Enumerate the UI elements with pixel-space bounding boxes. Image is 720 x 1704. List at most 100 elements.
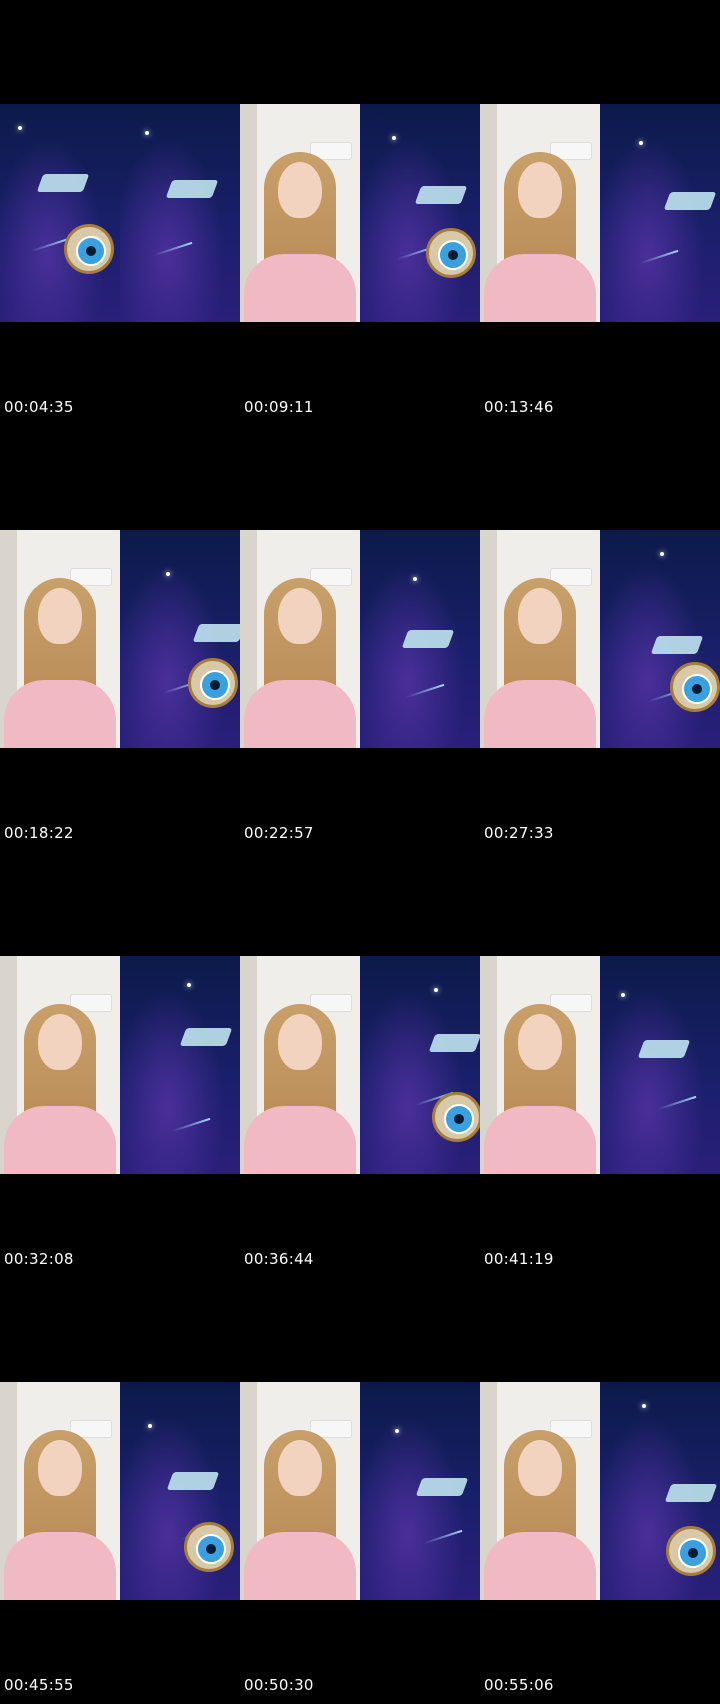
pixel-wing-icon <box>414 186 468 204</box>
space-background-panel <box>360 1382 480 1600</box>
video-frame-thumbnail[interactable] <box>0 956 240 1174</box>
thumbnail-row: 00:32:08 00:36:44 00:41:19 <box>0 852 720 1278</box>
video-frame-cell[interactable]: 00:09:11 <box>240 0 480 426</box>
star-icon <box>434 988 438 992</box>
frame-timestamp: 00:41:19 <box>484 1250 554 1268</box>
video-frame-cell[interactable]: 00:55:06 <box>480 1278 720 1704</box>
space-background-panel <box>120 956 240 1174</box>
pink-shirt-shape <box>4 1106 116 1174</box>
star-icon <box>660 552 664 556</box>
eye-iris-icon <box>444 1104 474 1134</box>
shooting-star-icon <box>171 1117 211 1133</box>
space-background-panel <box>600 104 720 322</box>
frame-timestamp: 00:22:57 <box>244 824 314 842</box>
face-shape <box>518 1440 562 1496</box>
face-shape <box>278 1014 322 1070</box>
face-shape <box>518 162 562 218</box>
video-frame-cell[interactable]: 00:32:08 <box>0 852 240 1278</box>
shooting-star-icon <box>639 249 679 265</box>
eye-pupil-icon <box>86 246 96 256</box>
eye-pupil-icon <box>454 1114 464 1124</box>
camera-feed-panel <box>240 104 360 322</box>
frame-timestamp: 00:32:08 <box>4 1250 74 1268</box>
face-shape <box>278 162 322 218</box>
video-frame-cell[interactable]: 00:27:33 <box>480 426 720 852</box>
video-frame-cell[interactable]: 00:22:57 <box>240 426 480 852</box>
eye-pupil-icon <box>692 684 702 694</box>
pixel-wing-icon <box>179 1028 233 1046</box>
star-icon <box>413 577 417 581</box>
space-background-panel <box>600 1382 720 1600</box>
star-icon <box>392 136 396 140</box>
space-background-panel <box>120 104 240 322</box>
star-icon <box>642 1404 646 1408</box>
video-frame-cell[interactable]: 00:45:55 <box>0 1278 240 1704</box>
video-frame-cell[interactable]: 00:50:30 <box>240 1278 480 1704</box>
pixel-wing-icon <box>401 630 455 648</box>
video-frame-cell[interactable]: 00:04:35 <box>0 0 240 426</box>
thumbnail-row: 00:18:22 00:22:57 00:27:33 <box>0 426 720 852</box>
star-icon <box>187 983 191 987</box>
camera-feed-panel <box>240 1382 360 1600</box>
camera-feed-panel <box>240 956 360 1174</box>
face-shape <box>278 1440 322 1496</box>
eyeball-helmet-icon <box>188 658 238 708</box>
space-background-panel <box>360 530 480 748</box>
camera-feed-panel <box>480 956 600 1174</box>
video-frame-thumbnail[interactable] <box>480 104 720 322</box>
star-icon <box>621 993 625 997</box>
frame-timestamp: 00:36:44 <box>244 1250 314 1268</box>
video-frame-thumbnail[interactable] <box>480 1382 720 1600</box>
pink-shirt-shape <box>484 680 596 748</box>
video-frame-cell[interactable]: 00:13:46 <box>480 0 720 426</box>
camera-feed-panel <box>0 956 120 1174</box>
eye-pupil-icon <box>688 1548 698 1558</box>
pixel-wing-icon <box>166 1472 220 1490</box>
thumbnail-row: 00:04:35 00:09:11 00:13:46 <box>0 0 720 426</box>
face-shape <box>278 588 322 644</box>
video-frame-cell[interactable]: 00:18:22 <box>0 426 240 852</box>
video-frame-thumbnail[interactable] <box>240 104 480 322</box>
eyeball-helmet-icon <box>670 662 720 712</box>
face-shape <box>38 1014 82 1070</box>
eye-iris-icon <box>438 240 468 270</box>
frame-timestamp: 00:55:06 <box>484 1676 554 1694</box>
pixel-wing-icon <box>637 1040 691 1058</box>
shooting-star-icon <box>423 1529 463 1545</box>
video-frame-thumbnail[interactable] <box>0 104 240 322</box>
shooting-star-icon <box>657 1095 697 1111</box>
eye-pupil-icon <box>448 250 458 260</box>
video-frame-thumbnail[interactable] <box>240 956 480 1174</box>
eye-pupil-icon <box>210 680 220 690</box>
space-background-panel <box>600 956 720 1174</box>
pink-shirt-shape <box>484 254 596 322</box>
video-frame-thumbnail[interactable] <box>480 956 720 1174</box>
eyeball-helmet-icon <box>426 228 476 278</box>
pink-shirt-shape <box>244 680 356 748</box>
frame-timestamp: 00:04:35 <box>4 398 74 416</box>
space-background-panel <box>120 530 240 748</box>
pixel-wing-icon <box>428 1034 480 1052</box>
frame-timestamp: 00:18:22 <box>4 824 74 842</box>
video-frame-thumbnail[interactable] <box>0 530 240 748</box>
camera-feed-panel <box>0 530 120 748</box>
space-background-panel <box>120 1382 240 1600</box>
shooting-star-icon <box>405 683 445 699</box>
face-shape <box>38 588 82 644</box>
eyeball-helmet-icon <box>432 1092 480 1142</box>
eye-pupil-icon <box>206 1544 216 1554</box>
camera-feed-panel <box>480 1382 600 1600</box>
video-frame-thumbnail[interactable] <box>240 530 480 748</box>
eye-iris-icon <box>196 1534 226 1564</box>
video-frame-cell[interactable]: 00:36:44 <box>240 852 480 1278</box>
frame-timestamp: 00:13:46 <box>484 398 554 416</box>
video-frame-thumbnail[interactable] <box>480 530 720 748</box>
video-frame-thumbnail[interactable] <box>0 1382 240 1600</box>
frame-timestamp: 00:50:30 <box>244 1676 314 1694</box>
face-shape <box>38 1440 82 1496</box>
pink-shirt-shape <box>484 1532 596 1600</box>
pink-shirt-shape <box>4 680 116 748</box>
video-frame-thumbnail[interactable] <box>240 1382 480 1600</box>
eyeball-helmet-icon <box>666 1526 716 1576</box>
video-frame-cell[interactable]: 00:41:19 <box>480 852 720 1278</box>
